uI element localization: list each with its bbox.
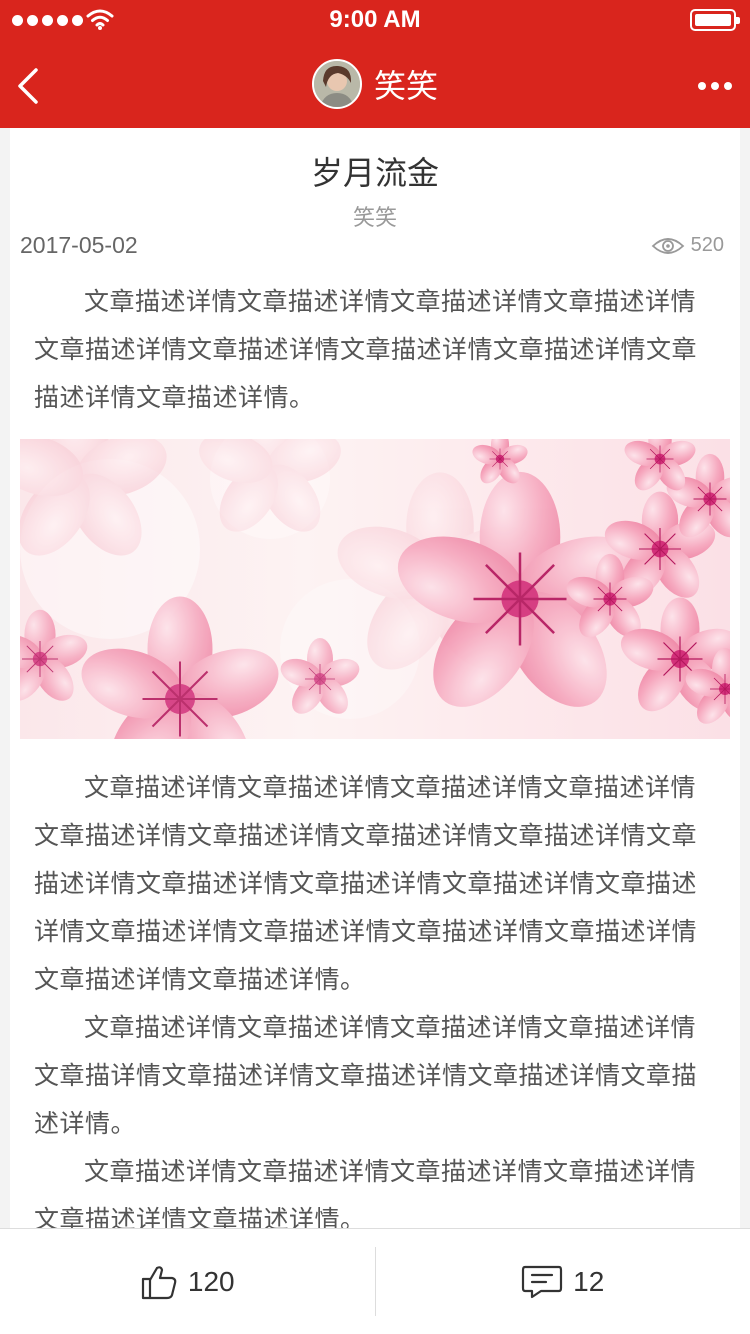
article-title: 岁月流金 xyxy=(310,154,439,192)
bottom-action-bar: 120 12 xyxy=(0,1228,750,1334)
view-count: 520 xyxy=(651,234,724,257)
article-card: 岁月流金 笑笑 2017-05-02 520 文章描述详情文章描述详情文章描述详… xyxy=(10,128,740,1228)
like-count: 120 xyxy=(187,1265,235,1297)
avatar[interactable] xyxy=(311,59,362,109)
more-dots-icon xyxy=(698,82,706,90)
article-date: 2017-05-02 xyxy=(20,232,138,258)
nav-bar: 笑笑 xyxy=(0,40,750,128)
article-paragraph: 文章描述详情文章描述详情文章描述详情文章描述详情文章描详情文章描述详情文章描述详… xyxy=(34,1013,698,1138)
thumbs-up-icon xyxy=(141,1265,177,1299)
comment-button[interactable]: 12 xyxy=(376,1229,750,1334)
comment-icon xyxy=(522,1265,563,1298)
comment-count: 12 xyxy=(573,1265,605,1297)
article-image xyxy=(20,439,730,739)
like-button[interactable]: 120 xyxy=(0,1229,375,1334)
eye-icon xyxy=(651,237,684,254)
more-button[interactable] xyxy=(698,82,732,92)
article-paragraph: 文章描述详情文章描述详情文章描述详情文章描述详情文章描述详情文章描述详情。 xyxy=(34,1157,697,1228)
nav-title: 笑笑 xyxy=(373,67,438,105)
battery-icon xyxy=(690,9,740,31)
nav-title-group: 笑笑 xyxy=(0,58,750,110)
status-bar: 9:00 AM xyxy=(0,0,750,40)
status-time: 9:00 AM xyxy=(329,6,421,33)
article-paragraph: 文章描述详情文章描述详情文章描述详情文章描述详情文章描述详情文章描述详情文章描述… xyxy=(34,773,698,994)
view-count-value: 520 xyxy=(690,234,724,256)
article-author: 笑笑 xyxy=(352,206,397,231)
article-paragraph: 文章描述详情文章描述详情文章描述详情文章描述详情文章描述详情文章描述详情文章描述… xyxy=(34,287,698,412)
